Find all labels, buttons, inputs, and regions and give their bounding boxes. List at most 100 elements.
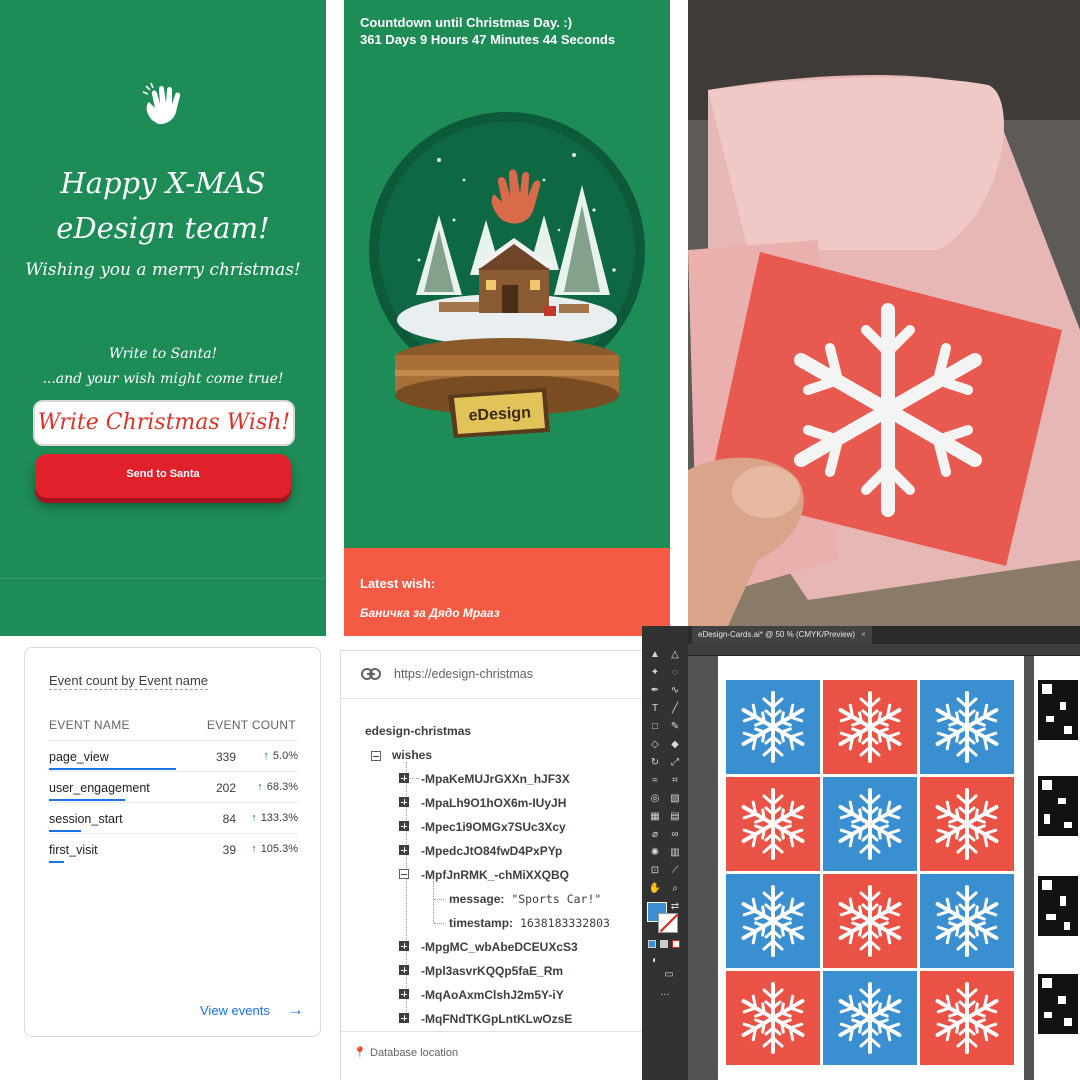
illustrator-window: ▲ △ ✦ ◌ ✒ ∿ T ╱ □ ✎ ◇ ◆ ↻ ⤢ ≈ ⌗ ◎ ▧ ▦ ▤ … xyxy=(642,626,1080,1080)
wish-input[interactable]: Write Christmas Wish! xyxy=(33,400,295,446)
table-row[interactable]: first_visit 39 ↑ 105.3% xyxy=(49,833,298,864)
shaper-tool-icon[interactable]: ◇ xyxy=(648,738,662,752)
expand-toggle-icon[interactable] xyxy=(399,989,409,999)
column-graph-tool-icon[interactable]: ▥ xyxy=(668,846,682,860)
magic-wand-tool-icon[interactable]: ✦ xyxy=(648,666,662,680)
card-title-metric[interactable]: Event count xyxy=(49,673,118,688)
send-to-santa-button[interactable]: Send to Santa xyxy=(35,454,291,498)
symbol-sprayer-tool-icon[interactable]: ✺ xyxy=(648,846,662,860)
eraser-tool-icon[interactable]: ◆ xyxy=(668,738,682,752)
eyedropper-tool-icon[interactable]: ⌀ xyxy=(648,828,662,842)
paintbrush-tool-icon[interactable]: ✎ xyxy=(668,720,682,734)
database-location-label[interactable]: Database location xyxy=(370,1047,458,1059)
snowflake-card-tile[interactable] xyxy=(726,777,820,871)
database-footer: 📍 Database location xyxy=(341,1031,646,1081)
expand-toggle-icon[interactable] xyxy=(399,845,409,855)
db-wish-key[interactable]: -MpedcJtO84fwD4PxPYp xyxy=(421,844,562,858)
db-timestamp-field[interactable]: timestamp: 1638183332803 xyxy=(449,916,610,930)
countdown-title: Countdown until Christmas Day. :) xyxy=(360,15,573,30)
selection-tool-icon[interactable]: ▲ xyxy=(648,648,662,662)
pen-tool-icon[interactable]: ✒ xyxy=(648,684,662,698)
db-wish-key[interactable]: -Mpl3asvrKQQp5faE_Rm xyxy=(421,964,563,978)
qr-artboard[interactable] xyxy=(1034,656,1080,1080)
stroke-color-swatch[interactable] xyxy=(658,913,679,933)
none-mode-icon[interactable] xyxy=(672,940,680,948)
blend-tool-icon[interactable]: ∞ xyxy=(668,828,682,842)
collapse-toggle-icon[interactable] xyxy=(371,751,381,761)
draw-mode-icon[interactable]: ◐ xyxy=(648,954,662,968)
event-bar xyxy=(49,830,81,832)
db-wish-key[interactable]: -MqAoAxmClshJ2m5Y-iY xyxy=(421,988,564,1002)
snowflake-icon xyxy=(838,691,902,763)
document-tab[interactable]: eDesign-Cards.ai* @ 50 % (CMYK/Preview) × xyxy=(692,626,872,644)
slice-tool-icon[interactable]: ⟋ xyxy=(668,864,682,878)
snowflake-card-tile[interactable] xyxy=(726,874,820,968)
event-name: first_visit xyxy=(49,843,98,857)
table-row[interactable]: session_start 84 ↑ 133.3% xyxy=(49,802,298,833)
arrow-right-icon[interactable]: → xyxy=(287,1000,304,1020)
snowflake-card-tile[interactable] xyxy=(920,777,1014,871)
db-root-node[interactable]: edesign-christmas xyxy=(365,724,471,738)
rotate-tool-icon[interactable]: ↻ xyxy=(648,756,662,770)
shape-builder-tool-icon[interactable]: ◎ xyxy=(648,792,662,806)
table-row[interactable]: page_view 339 ↑ 5.0% xyxy=(49,740,298,771)
countdown-app-screen: Countdown until Christmas Day. :) 361 Da… xyxy=(344,0,670,636)
snowflake-card-tile[interactable] xyxy=(920,971,1014,1065)
snowflake-card-tile[interactable] xyxy=(823,874,917,968)
gradient-mode-icon[interactable] xyxy=(660,940,668,948)
perspective-grid-tool-icon[interactable]: ▦ xyxy=(648,810,662,824)
direct-selection-tool-icon[interactable]: △ xyxy=(668,648,682,662)
expand-toggle-icon[interactable] xyxy=(399,821,409,831)
artboard-tool-icon[interactable]: ⊡ xyxy=(648,864,662,878)
snowflake-icon xyxy=(838,885,902,957)
snowflake-card-tile[interactable] xyxy=(823,777,917,871)
database-url[interactable]: https://edesign-christmas xyxy=(394,667,533,681)
table-row[interactable]: user_engagement 202 ↑ 68.3% xyxy=(49,771,298,802)
db-message-field[interactable]: message: "Sports Car!" xyxy=(449,892,601,906)
type-tool-icon[interactable]: T xyxy=(648,702,662,716)
curvature-tool-icon[interactable]: ∿ xyxy=(668,684,682,698)
snowflake-card-tile[interactable] xyxy=(823,680,917,774)
scale-tool-icon[interactable]: ⤢ xyxy=(668,756,682,770)
live-paint-tool-icon[interactable]: ▧ xyxy=(668,792,682,806)
expand-toggle-icon[interactable] xyxy=(399,1013,409,1023)
lasso-tool-icon[interactable]: ◌ xyxy=(668,666,682,680)
zoom-tool-icon[interactable]: ⌕ xyxy=(668,882,682,896)
view-events-link[interactable]: View events xyxy=(200,1003,270,1018)
expand-toggle-icon[interactable] xyxy=(399,797,409,807)
santa-prompt-line1: Write to Santa! xyxy=(108,346,218,362)
db-wish-key-expanded[interactable]: -MpfJnRMK_-chMiXXQBQ xyxy=(421,868,569,882)
db-wish-key[interactable]: -MpaLh9O1hOX6m-IUyJH xyxy=(421,796,566,810)
db-wish-key[interactable]: -Mpec1i9OMGx7SUc3Xcy xyxy=(421,820,566,834)
line-tool-icon[interactable]: ╱ xyxy=(668,702,682,716)
snowflake-card-tile[interactable] xyxy=(920,680,1014,774)
snowflake-card-tile[interactable] xyxy=(823,971,917,1065)
close-icon[interactable]: × xyxy=(861,630,866,639)
gradient-tool-icon[interactable]: ▤ xyxy=(668,810,682,824)
event-count: 202 xyxy=(215,781,236,795)
database-url-bar: https://edesign-christmas xyxy=(341,651,646,699)
collapse-toggle-icon[interactable] xyxy=(399,869,409,879)
warp-tool-icon[interactable]: ≈ xyxy=(648,774,662,788)
swap-colors-icon[interactable]: ⇄ xyxy=(668,900,682,914)
free-transform-tool-icon[interactable]: ⌗ xyxy=(668,774,682,788)
rectangle-tool-icon[interactable]: □ xyxy=(648,720,662,734)
waving-hand-icon xyxy=(142,82,181,125)
artboard[interactable] xyxy=(718,656,1024,1080)
db-wish-key[interactable]: -MqFNdTKGpLntKLwOzsE xyxy=(421,1012,572,1026)
snowflake-card-tile[interactable] xyxy=(726,971,820,1065)
expand-toggle-icon[interactable] xyxy=(399,941,409,951)
db-wishes-node[interactable]: wishes xyxy=(392,748,432,762)
screen-mode-icon[interactable]: ▭ xyxy=(662,968,676,982)
hand-tool-icon[interactable]: ✋ xyxy=(648,882,662,896)
db-wish-key[interactable]: -MpgMC_wbAbeDCEUXcS3 xyxy=(421,940,578,954)
snowflake-card-tile[interactable] xyxy=(726,680,820,774)
color-mode-icon[interactable] xyxy=(648,940,656,948)
event-bar xyxy=(49,768,176,770)
expand-toggle-icon[interactable] xyxy=(399,965,409,975)
snowflake-card-tile[interactable] xyxy=(920,874,1014,968)
card-title-dimension[interactable]: Event name xyxy=(139,673,208,688)
more-tools-icon[interactable]: … xyxy=(658,986,672,1000)
expand-toggle-icon[interactable] xyxy=(399,773,409,783)
db-wish-key[interactable]: -MpaKeMUJrGXXn_hJF3X xyxy=(421,772,570,786)
